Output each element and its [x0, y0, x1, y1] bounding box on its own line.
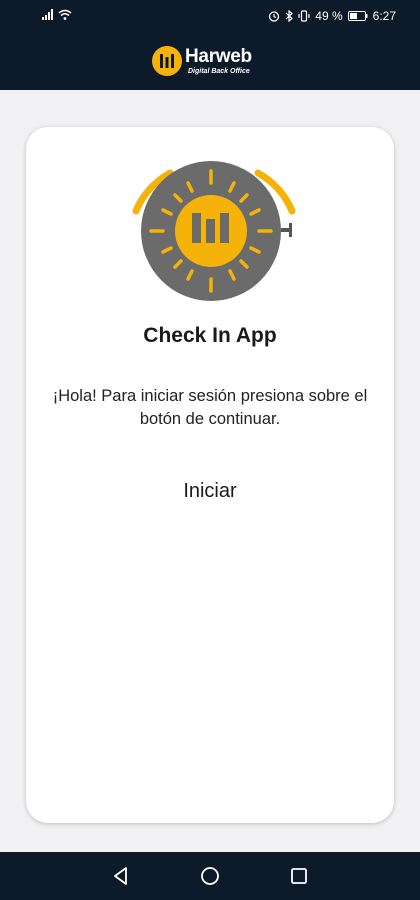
battery-percent: 49 %	[315, 9, 343, 23]
signal-icon	[42, 9, 53, 20]
vibrate-icon	[298, 10, 310, 22]
status-left	[42, 9, 72, 20]
welcome-message: ¡Hola! Para iniciar sesión presiona sobr…	[52, 387, 368, 428]
system-nav-bar	[0, 852, 420, 900]
alarm-icon	[269, 11, 280, 22]
welcome-card: Check In App ¡Hola! Para iniciar sesión …	[26, 127, 394, 823]
home-circle-icon[interactable]	[198, 864, 222, 888]
battery-icon	[347, 11, 368, 21]
status-time: 6:27	[372, 9, 396, 23]
recents-square-icon[interactable]	[287, 864, 311, 888]
app-title: Check In App	[143, 324, 277, 347]
wifi-icon	[58, 9, 72, 20]
app-header: Harweb Digital Back Office	[0, 34, 420, 90]
status-right: 49 % 6:27	[268, 9, 396, 23]
logo-subtitle: Digital Back Office	[188, 68, 250, 75]
status-bar: 49 % 6:27	[0, 0, 420, 34]
bluetooth-icon	[285, 10, 294, 22]
logo-mark-icon	[152, 46, 182, 76]
harweb-logo: Harweb Digital Back Office	[152, 44, 272, 80]
start-button[interactable]: Iniciar	[150, 475, 270, 507]
logo-text: Harweb	[185, 46, 252, 67]
back-triangle-icon[interactable]	[109, 864, 133, 888]
stopwatch-icon	[132, 161, 296, 301]
